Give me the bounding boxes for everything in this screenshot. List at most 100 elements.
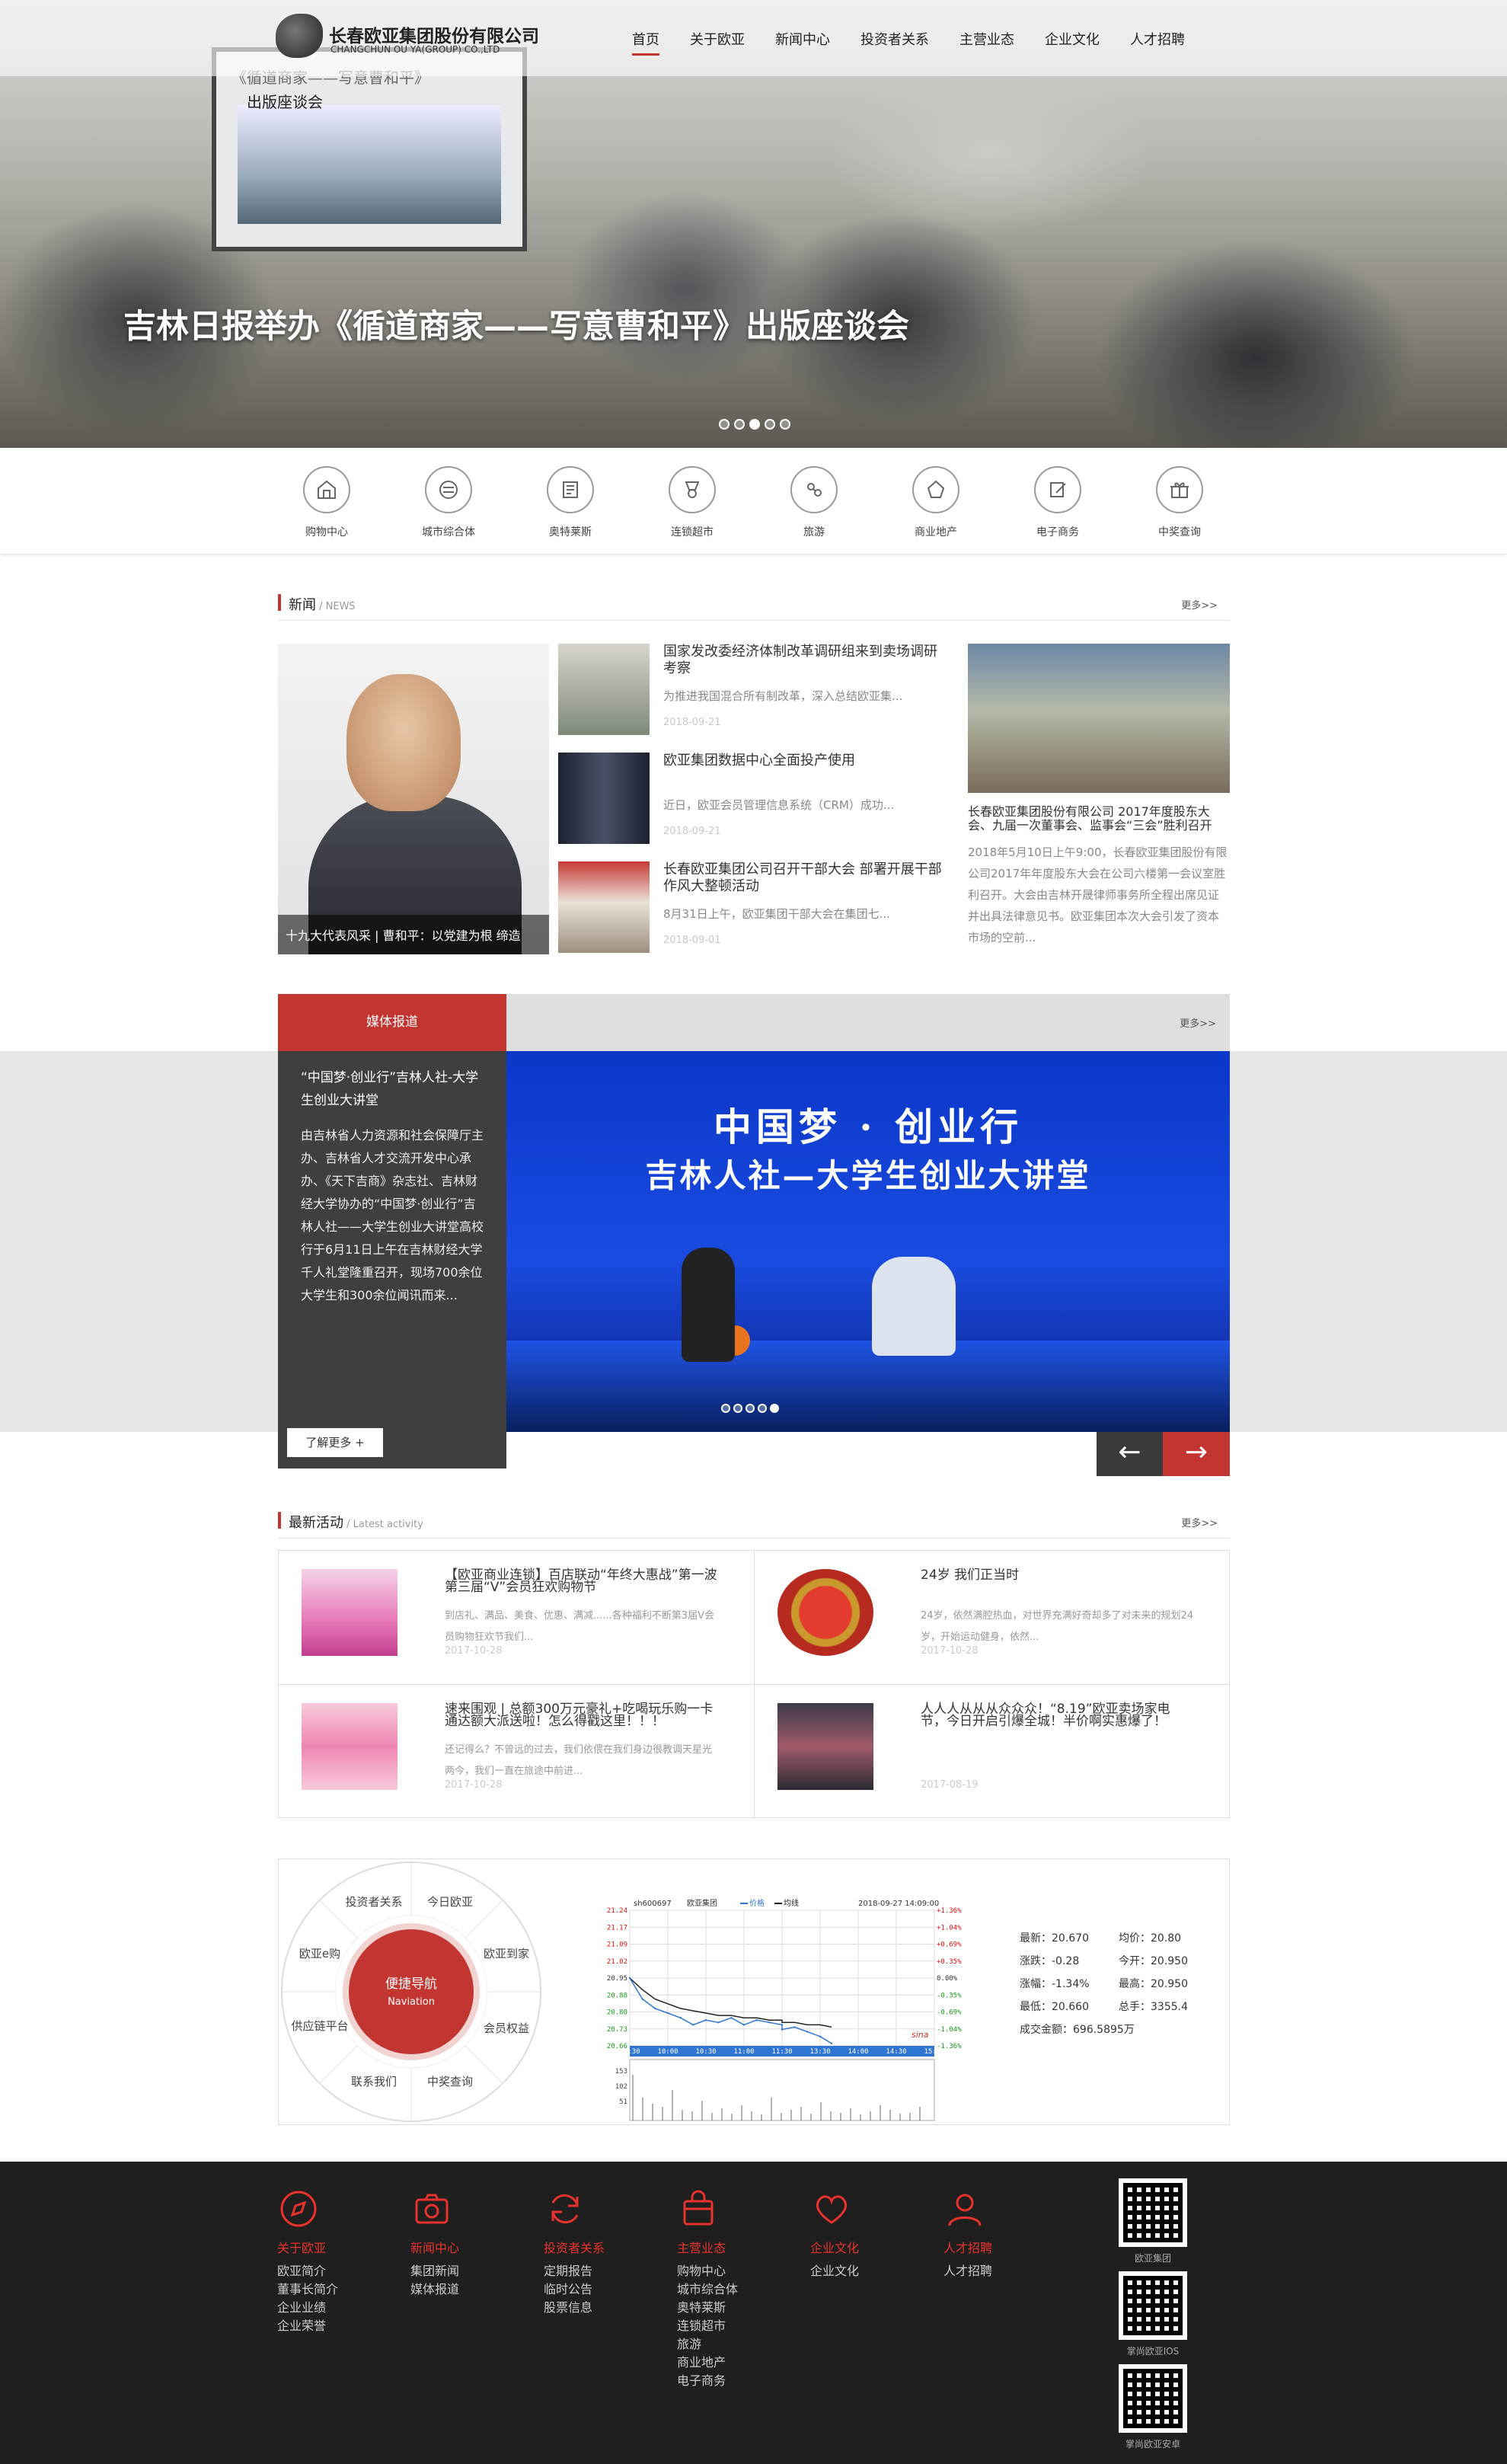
media-banner-image[interactable]: 中国梦 · 创业行 吉林人社—大学生创业大讲堂 xyxy=(506,1051,1230,1432)
hero-dot[interactable] xyxy=(780,419,790,430)
quick-link-travel[interactable]: 旅游 xyxy=(765,466,864,539)
activity-title[interactable]: 人人人从从从众众众！“8.19”欧亚卖场家电节，今日开启引爆全城！半价啊实惠爆了… xyxy=(921,1703,1195,1728)
footer-link[interactable]: 旅游 xyxy=(677,2335,791,2354)
activity-item[interactable]: 【欧亚商业连锁】百店联动“年终大惠战”第一波 第三届“V”会员狂欢购物节 到店礼… xyxy=(279,1551,736,1665)
nav-home[interactable]: 首页 xyxy=(617,29,675,56)
nav-wheel-today[interactable]: 今日欧亚 xyxy=(427,1895,473,1909)
nav-wheel-ebuy[interactable]: 欧亚e购 xyxy=(299,1947,340,1961)
footer-link[interactable]: 媒体报道 xyxy=(410,2280,525,2299)
quick-link-shopping-center[interactable]: 购物中心 xyxy=(277,466,376,539)
footer-link[interactable]: 股票信息 xyxy=(544,2299,658,2317)
quick-link-prize-query[interactable]: 中奖查询 xyxy=(1130,466,1229,539)
quick-link-outlets[interactable]: 奥特莱斯 xyxy=(521,466,620,539)
nav-about[interactable]: 关于欧亚 xyxy=(675,29,760,49)
media-dot[interactable] xyxy=(733,1404,742,1413)
hero-dot[interactable] xyxy=(734,419,745,430)
nav-news[interactable]: 新闻中心 xyxy=(760,29,845,49)
y-tick-pct-label: -0.35% xyxy=(937,1992,962,1999)
featured-news[interactable]: 十九大代表风采 | 曹和平：以党建为根 缔造 xyxy=(278,644,549,954)
news-item-title[interactable]: 国家发改委经济体制改革调研组来到卖场调研考察 xyxy=(663,644,947,677)
activity-title[interactable]: 速来围观 | 总额300万元豪礼+吃喝玩乐购一卡通达额大派送啦！怎么得戳这里！！… xyxy=(445,1703,719,1728)
quote-low: 最低：20.660 xyxy=(1020,2001,1089,2013)
footer-col-title[interactable]: 主营业态 xyxy=(677,2238,791,2256)
news-item[interactable]: 长春欧亚集团公司召开干部大会 部署开展干部作风大整顿活动 8月31日上午，欧亚集… xyxy=(558,861,947,954)
nav-investors[interactable]: 投资者关系 xyxy=(845,29,944,49)
news-more-link[interactable]: 更多>> xyxy=(1181,597,1218,612)
nav-wheel-delivery[interactable]: 欧亚到家 xyxy=(484,1947,529,1961)
quick-link-ecommerce[interactable]: 电子商务 xyxy=(1008,466,1107,539)
tab-media-reports[interactable]: 媒体报道 xyxy=(278,994,506,1051)
media-pagination xyxy=(721,1404,779,1413)
activity-item[interactable]: 人人人从从从众众众！“8.19”欧亚卖场家电节，今日开启引爆全城！半价啊实惠爆了… xyxy=(755,1685,1212,1799)
media-more-link[interactable]: 更多>> xyxy=(1180,1015,1216,1030)
footer-link[interactable]: 连锁超市 xyxy=(677,2317,791,2335)
footer-link[interactable]: 董事长简介 xyxy=(277,2280,391,2299)
media-dot[interactable] xyxy=(758,1404,767,1413)
nav-culture[interactable]: 企业文化 xyxy=(1030,29,1115,49)
quick-link-supermarket[interactable]: 连锁超市 xyxy=(643,466,742,539)
news-feature-title[interactable]: 长春欧亚集团股份有限公司 2017年度股东大会、九届一次董事会、监事会“三会”胜… xyxy=(968,805,1230,833)
nav-wheel-investors[interactable]: 投资者关系 xyxy=(345,1895,402,1909)
quick-link-real-estate[interactable]: 商业地产 xyxy=(886,466,985,539)
activity-title[interactable]: 24岁 我们正当时 xyxy=(921,1569,1195,1582)
media-prev-button[interactable]: ← xyxy=(1097,1432,1163,1476)
footer-link[interactable]: 奥特莱斯 xyxy=(677,2299,791,2317)
news-item-title[interactable]: 长春欧亚集团公司召开干部大会 部署开展干部作风大整顿活动 xyxy=(663,861,947,895)
nav-wheel-supply-chain[interactable]: 供应链平台 xyxy=(291,2019,348,2033)
activity-item[interactable]: 24岁 我们正当时 24岁，依然满腔热血，对世界充满好奇却多了对未来的规划24岁… xyxy=(755,1551,1212,1665)
y-tick-label: 21.02 xyxy=(607,1958,627,1966)
hero-dot[interactable] xyxy=(765,419,775,430)
activities-more-link[interactable]: 更多>> xyxy=(1181,1515,1218,1529)
projector-screen: 《循道商家——写意曹和平》 出版座谈会 xyxy=(212,47,527,251)
media-dot[interactable] xyxy=(746,1404,755,1413)
footer-link[interactable]: 电子商务 xyxy=(677,2372,791,2390)
footer-link[interactable]: 城市综合体 xyxy=(677,2280,791,2299)
business-quick-links: 购物中心 城市综合体 奥特莱斯 连锁超市 旅游 商业地产 电子商务 中奖查询 xyxy=(0,448,1507,554)
news-title: 新闻 xyxy=(289,597,316,613)
footer-link[interactable]: 企业荣誉 xyxy=(277,2317,391,2335)
news-item-title[interactable]: 欧亚集团数据中心全面投产使用 xyxy=(663,753,947,769)
activity-title[interactable]: 【欧亚商业连锁】百店联动“年终大惠战”第一波 第三届“V”会员狂欢购物节 xyxy=(445,1569,719,1594)
nav-business[interactable]: 主营业态 xyxy=(944,29,1030,49)
main-nav: 首页 关于欧亚 新闻中心 投资者关系 主营业态 企业文化 人才招聘 xyxy=(617,29,1200,56)
footer-link[interactable]: 企业文化 xyxy=(810,2262,924,2280)
media-article-title[interactable]: “中国梦·创业行”吉林人社-大学生创业大讲堂 xyxy=(301,1066,484,1112)
x-tick-label: 10:30 xyxy=(695,2048,716,2056)
hero-caption[interactable]: 吉林日报举办《循道商家——写意曹和平》出版座谈会 xyxy=(123,300,909,347)
footer-link[interactable]: 商业地产 xyxy=(677,2354,791,2372)
media-next-button[interactable]: → xyxy=(1163,1432,1230,1476)
footer-link[interactable]: 临时公告 xyxy=(544,2280,658,2299)
quote-high: 最高：20.950 xyxy=(1119,1978,1188,1990)
company-logo[interactable]: 长春欧亚集团股份有限公司 CHANGCHUN OU YA(GROUP) CO.,… xyxy=(276,9,539,62)
footer-col-title[interactable]: 新闻中心 xyxy=(410,2238,525,2256)
media-dot[interactable] xyxy=(721,1404,730,1413)
nav-wheel-member-rights[interactable]: 会员权益 xyxy=(484,2021,529,2035)
news-thumbnail xyxy=(558,644,650,735)
footer-col-title[interactable]: 投资者关系 xyxy=(544,2238,658,2256)
footer-link[interactable]: 定期报告 xyxy=(544,2262,658,2280)
news-item[interactable]: 国家发改委经济体制改革调研组来到卖场调研考察 为推进我国混合所有制改革，深入总结… xyxy=(558,644,947,737)
stock-legend-avg: 均线 xyxy=(784,1898,799,1908)
activity-date: 2017-10-28 xyxy=(921,1645,979,1657)
nav-wheel-prize-query[interactable]: 中奖查询 xyxy=(427,2075,473,2088)
hero-banner[interactable]: 《循道商家——写意曹和平》 出版座谈会 长春欧亚集团股份有限公司 CHANGCH… xyxy=(0,0,1507,448)
news-feature-right[interactable]: 长春欧亚集团股份有限公司 2017年度股东大会、九届一次董事会、监事会“三会”胜… xyxy=(968,644,1230,964)
footer-link[interactable]: 购物中心 xyxy=(677,2262,791,2280)
y-tick-pct-label: +0.35% xyxy=(937,1958,962,1966)
hero-dot-active[interactable] xyxy=(749,419,760,430)
quick-link-city-complex[interactable]: 城市综合体 xyxy=(399,466,498,539)
footer-col-title[interactable]: 关于欧亚 xyxy=(277,2238,391,2256)
media-dot-active[interactable] xyxy=(770,1404,779,1413)
footer-link[interactable]: 欧亚简介 xyxy=(277,2262,391,2280)
footer-col-title[interactable]: 人才招聘 xyxy=(943,2238,1058,2256)
learn-more-button[interactable]: 了解更多 + xyxy=(287,1428,383,1457)
activity-item[interactable]: 速来围观 | 总额300万元豪礼+吃喝玩乐购一卡通达额大派送啦！怎么得戳这里！！… xyxy=(279,1685,736,1799)
footer-link[interactable]: 人才招聘 xyxy=(943,2262,1058,2280)
nav-wheel-contact[interactable]: 联系我们 xyxy=(351,2075,397,2088)
news-item[interactable]: 欧亚集团数据中心全面投产使用 近日，欧亚会员管理信息系统（CRM）成功... 2… xyxy=(558,753,947,845)
footer-link[interactable]: 企业业绩 xyxy=(277,2299,391,2317)
footer-col-title[interactable]: 企业文化 xyxy=(810,2238,924,2256)
footer-link[interactable]: 集团新闻 xyxy=(410,2262,525,2280)
hero-dot[interactable] xyxy=(719,419,730,430)
nav-careers[interactable]: 人才招聘 xyxy=(1115,29,1200,49)
